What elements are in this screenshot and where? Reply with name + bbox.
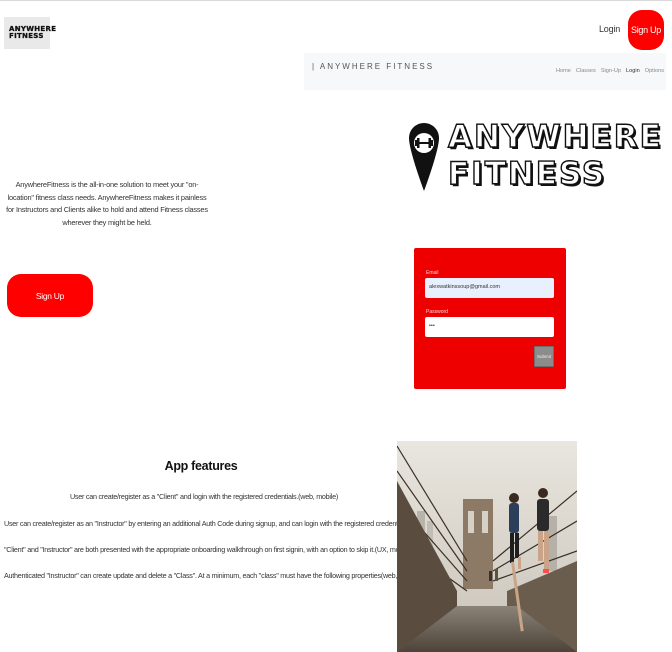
feature-item: User can create/register as a "Client" a…: [69, 492, 339, 501]
app-preview-menu-home[interactable]: Home: [556, 68, 571, 74]
app-preview-menu-classes[interactable]: Classes: [576, 68, 596, 74]
app-preview-logo: ANYWHERE FITNESS: [408, 118, 661, 195]
header-logo-text: ANYWHERE FITNESS: [9, 25, 57, 40]
app-preview-menu-login[interactable]: Login: [626, 68, 640, 74]
app-preview-brand: | ANYWHERE FITNESS: [312, 62, 435, 71]
features-title: App features: [164, 459, 238, 473]
email-label: Email: [426, 270, 439, 276]
submit-button[interactable]: Submit: [534, 346, 554, 367]
password-field[interactable]: •••: [425, 317, 554, 337]
signup-button-header[interactable]: Sign Up: [628, 10, 664, 50]
app-preview-menu-signup[interactable]: Sign-Up: [601, 68, 621, 74]
password-label: Password: [426, 309, 448, 315]
app-preview-logo-text: ANYWHERE FITNESS: [447, 118, 663, 192]
location-pin-dumbbell-icon: [409, 123, 439, 191]
login-link[interactable]: Login: [599, 24, 620, 34]
signup-button-hero[interactable]: Sign Up: [7, 274, 93, 317]
app-preview-menu: Home Classes Sign-Up Login Options: [556, 68, 664, 74]
hero-description: AnywhereFitness is the all-in-one soluti…: [6, 180, 208, 227]
feature-item: User can create/register as an "Instruct…: [4, 519, 450, 528]
runners-bridge-image: [397, 441, 577, 652]
app-preview-navbar: | ANYWHERE FITNESS Home Classes Sign-Up …: [304, 53, 666, 90]
feature-item: Authenticated "Instructor" can create up…: [4, 571, 421, 580]
header-logo[interactable]: ANYWHERE FITNESS: [4, 17, 56, 49]
login-form-card: Email alexwatkinssoup@gmail.com Password…: [414, 248, 566, 389]
app-preview-menu-options[interactable]: Options: [645, 68, 664, 74]
email-field[interactable]: alexwatkinssoup@gmail.com: [425, 278, 554, 298]
feature-item: "Client" and "Instructor" are both prese…: [4, 545, 412, 554]
runners-bridge-photo: [397, 441, 577, 652]
